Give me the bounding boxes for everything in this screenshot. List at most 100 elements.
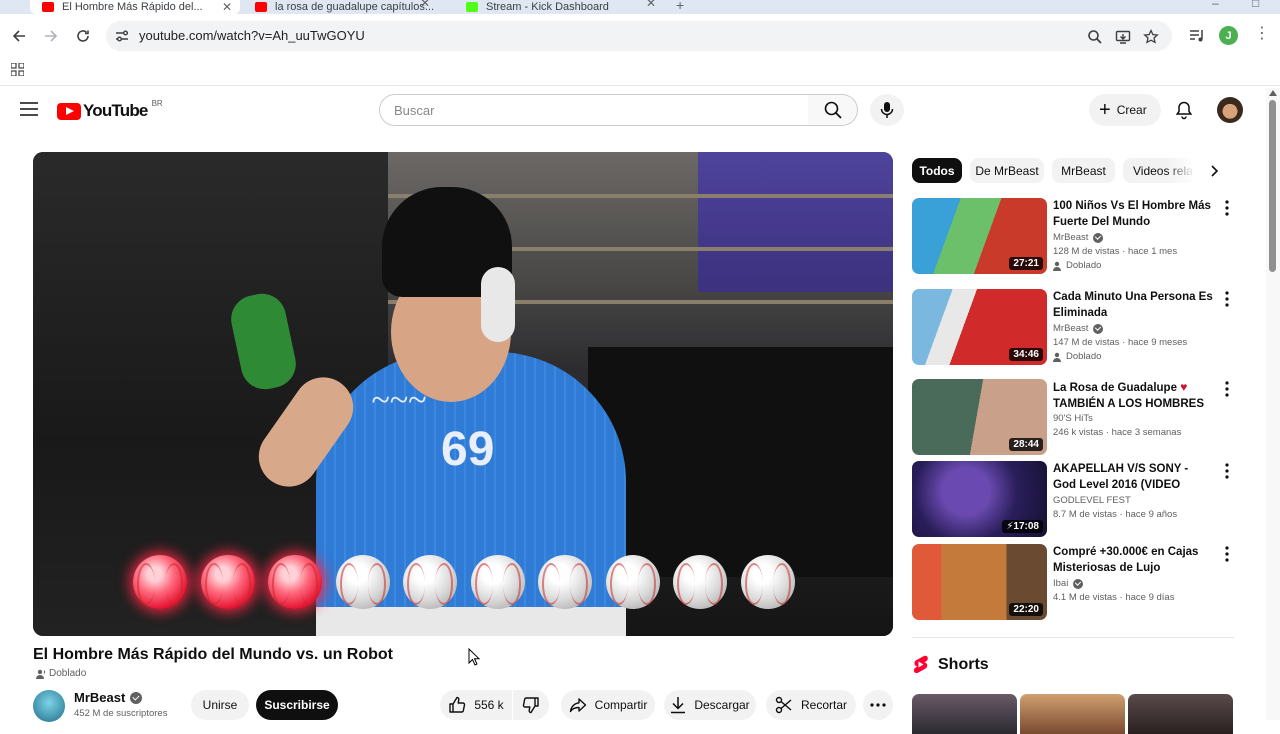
install-app-icon[interactable] <box>1115 29 1131 45</box>
recommended-channel[interactable]: Ibai <box>1053 578 1213 589</box>
thumbs-up-icon <box>449 696 466 713</box>
browser-menu-icon[interactable]: ⋮ <box>1254 26 1270 42</box>
scrollbar-thumb[interactable] <box>1269 100 1276 272</box>
browser-tab-0[interactable]: El Hombre Más Rápido del... ✕ <box>30 0 240 14</box>
recommended-channel[interactable]: GODLEVEL FEST <box>1053 495 1213 506</box>
account-avatar[interactable] <box>1217 97 1243 123</box>
notifications-bell-icon[interactable] <box>1174 100 1194 120</box>
chevron-right-icon[interactable] <box>1206 163 1222 179</box>
close-tab-icon[interactable]: ✕ <box>222 0 232 14</box>
video-thumbnail[interactable]: ⚡17:08 <box>912 461 1047 537</box>
dislike-button[interactable] <box>513 690 549 720</box>
channel-avatar[interactable] <box>33 690 65 722</box>
chip-todos[interactable]: Todos <box>912 158 962 183</box>
recommended-meta: 8.7 M de vistas · hace 9 años <box>1053 509 1178 520</box>
clip-button[interactable]: Recortar <box>766 690 856 720</box>
chip-mrbeast[interactable]: MrBeast <box>1052 158 1115 183</box>
channel-name[interactable]: MrBeast <box>1053 323 1088 334</box>
more-vertical-icon[interactable] <box>1224 381 1230 397</box>
recommended-title[interactable]: 100 Niños Vs El Hombre Más Fuerte Del Mu… <box>1053 198 1213 230</box>
download-button[interactable]: Descargar <box>664 690 756 720</box>
media-controls-icon[interactable] <box>1189 28 1205 44</box>
title-part[interactable]: La Rosa de Guadalupe <box>1053 382 1177 394</box>
back-arrow-icon[interactable] <box>7 24 31 48</box>
tab-title: Stream - Kick Dashboard <box>486 1 609 13</box>
browser-profile-avatar[interactable]: J <box>1219 26 1238 45</box>
site-settings-icon[interactable] <box>114 28 130 44</box>
video-info: Compré +30.000€ en Cajas Misteriosas de … <box>1053 544 1213 603</box>
more-vertical-icon[interactable] <box>1224 200 1230 216</box>
recommended-title[interactable]: Compré +30.000€ en Cajas Misteriosas de … <box>1053 544 1213 576</box>
video-player[interactable]: ~~~ 69 <box>33 152 893 636</box>
stadium-banner <box>698 152 893 292</box>
more-vertical-icon[interactable] <box>1224 463 1230 479</box>
recommended-meta: 147 M de vistas · hace 9 meses <box>1053 337 1188 348</box>
join-button[interactable]: Unirse <box>191 690 249 720</box>
reload-icon[interactable] <box>71 24 95 48</box>
title-part[interactable]: TAMBIÉN A LOS HOMBRES ... <box>1053 398 1204 411</box>
recommended-video[interactable]: 22:20 Compré +30.000€ en Cajas Misterios… <box>912 544 1236 620</box>
chip-videos-relacionados[interactable]: Videos rela <box>1123 158 1195 183</box>
channel-name-link[interactable]: MrBeast <box>74 690 143 705</box>
share-label: Compartir <box>594 698 648 712</box>
channel-name[interactable]: Ibai <box>1053 578 1068 589</box>
channel-name[interactable]: 90'S HiTs <box>1053 413 1093 424</box>
new-tab-icon[interactable]: + <box>676 0 684 13</box>
hamburger-menu-icon[interactable] <box>20 102 38 116</box>
browser-tab-2[interactable]: Stream - Kick Dashboard <box>466 0 661 14</box>
youtube-logo[interactable]: YouTube BR <box>57 99 163 121</box>
recommended-video[interactable]: 27:21 100 Niños Vs El Hombre Más Fuerte … <box>912 198 1236 274</box>
download-icon <box>671 697 686 714</box>
more-actions-button[interactable] <box>863 690 893 720</box>
create-button[interactable]: + Crear <box>1089 94 1161 126</box>
like-button[interactable]: 556 k <box>440 690 512 720</box>
recommended-meta: 128 M de vistas · hace 1 mes <box>1053 246 1178 257</box>
shorts-title: Shorts <box>938 655 989 673</box>
baseball-unlit <box>538 555 592 609</box>
recommended-meta: 4.1 M de vistas · hace 9 días <box>1053 592 1175 603</box>
chip-de-mrbeast[interactable]: De MrBeast <box>970 158 1044 183</box>
url-text[interactable]: youtube.com/watch?v=Ah_uuTwGOYU <box>139 28 365 43</box>
video-thumbnail[interactable]: 22:20 <box>912 544 1047 620</box>
recommended-title[interactable]: AKAPELLAH V/S SONY - God Level 2016 (VID… <box>1053 461 1213 493</box>
video-thumbnail[interactable]: 27:21 <box>912 198 1047 274</box>
recommended-channel[interactable]: MrBeast <box>1053 232 1213 243</box>
recommended-title[interactable]: La Rosa de Guadalupe ♥ TAMBIÉN A LOS HOM… <box>1053 379 1213 411</box>
video-thumbnail[interactable]: 34:46 <box>912 289 1047 365</box>
jersey-script: ~~~ <box>371 382 427 419</box>
section-divider <box>912 637 1234 638</box>
subscribe-button[interactable]: Suscribirse <box>256 690 338 720</box>
forward-arrow-icon[interactable] <box>39 24 63 48</box>
bookmark-star-icon[interactable] <box>1143 29 1159 45</box>
close-tab-icon[interactable]: ✕ <box>420 0 430 10</box>
scroll-up-icon[interactable] <box>1269 90 1277 96</box>
short-thumbnail[interactable] <box>912 694 1017 734</box>
apps-grid-icon[interactable] <box>11 63 24 76</box>
channel-name[interactable]: MrBeast <box>74 690 125 705</box>
channel-name[interactable]: GODLEVEL FEST <box>1053 495 1131 506</box>
video-thumbnail[interactable]: 28:44 <box>912 379 1047 455</box>
search-input[interactable]: Buscar <box>379 94 809 126</box>
recommended-channel[interactable]: 90'S HiTs <box>1053 413 1213 424</box>
short-thumbnail[interactable] <box>1128 694 1233 734</box>
recommended-video[interactable]: ⚡17:08 AKAPELLAH V/S SONY - God Level 20… <box>912 461 1236 537</box>
minimize-window-icon[interactable]: – <box>1212 0 1219 10</box>
browser-tab-1[interactable]: la rosa de guadalupe capítulos... <box>255 0 445 14</box>
channel-name[interactable]: MrBeast <box>1053 232 1088 243</box>
more-vertical-icon[interactable] <box>1224 291 1230 307</box>
kick-favicon-icon <box>466 2 478 12</box>
recommended-video[interactable]: 34:46 Cada Minuto Una Persona Es Elimina… <box>912 289 1236 365</box>
maximize-window-icon[interactable]: □ <box>1252 0 1259 10</box>
page-scrollbar[interactable] <box>1266 88 1280 720</box>
share-button[interactable]: Compartir <box>561 690 655 720</box>
voice-search-button[interactable] <box>870 94 904 126</box>
address-bar[interactable]: youtube.com/watch?v=Ah_uuTwGOYU <box>106 21 1172 51</box>
search-button[interactable] <box>808 94 858 126</box>
close-tab-icon[interactable]: ✕ <box>646 0 656 10</box>
recommended-video[interactable]: 28:44 La Rosa de Guadalupe ♥ TAMBIÉN A L… <box>912 379 1236 455</box>
more-vertical-icon[interactable] <box>1224 546 1230 562</box>
recommended-title[interactable]: Cada Minuto Una Persona Es Eliminada <box>1053 289 1213 321</box>
recommended-channel[interactable]: MrBeast <box>1053 323 1213 334</box>
short-thumbnail[interactable] <box>1020 694 1125 734</box>
zoom-icon[interactable] <box>1087 29 1103 45</box>
